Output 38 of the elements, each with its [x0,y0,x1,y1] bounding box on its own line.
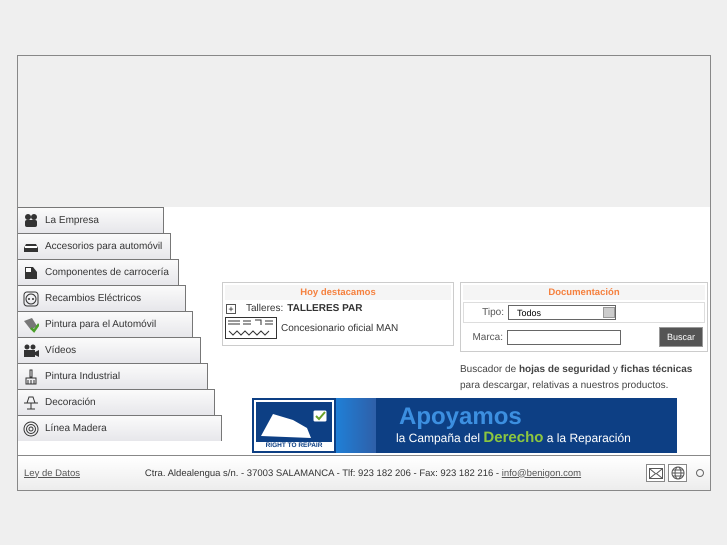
search-button[interactable]: Buscar [659,327,703,347]
banner-headline: Apoyamos [399,405,523,429]
data-law-link[interactable]: Ley de Datos [24,468,80,478]
mail-icon[interactable] [646,464,665,482]
menu-item[interactable]: Línea Madera [18,415,222,441]
socket-icon [23,290,39,306]
brush-icon [23,368,39,384]
menu-item[interactable]: Componentes de carrocería [18,259,179,285]
address-text: Ctra. Aldealengua s/n. - 37003 SALAMANCA - Tlf: 923 182 206 - Fax: 923 182 216 - [144,468,500,478]
brand-input-field[interactable] [507,330,621,344]
menu-item[interactable]: Pintura Industrial [18,363,208,389]
menu-item[interactable]: Pintura para el Automóvil [18,311,194,337]
type-label: Tipo: [481,307,504,318]
stripe-decoration [336,398,376,453]
rings-icon [23,420,39,436]
type-dropdown[interactable]: Todos [508,305,616,320]
lamp-icon [23,394,39,410]
menu-item[interactable]: Accesorios para automóvil [18,233,172,259]
circle-icon [696,469,704,477]
menu-item[interactable]: Vídeos [18,337,200,363]
banner-tagline: la Campaña del Derecho a la Reparación [396,429,631,446]
people-icon [23,212,39,228]
panel-title: Documentación [463,285,705,300]
brand-label: Marca: [471,332,503,342]
paint-icon [23,316,39,332]
description-text: Buscador de hojas de seguridad y fichas técnicas para descargar, relativas a nuestros productos. [460,363,694,393]
panel-title: Hoy destacamos [225,285,451,300]
dealer-logo-icon [225,317,277,339]
menu-item[interactable]: La Empresa [18,207,164,233]
email-link[interactable]: info@benigon.com [502,468,582,478]
expand-button[interactable]: + [226,304,236,314]
menu-item[interactable]: Decoración [18,389,216,415]
globe-icon[interactable] [668,464,687,482]
menu-item[interactable]: Recambios Eléctricos [18,285,186,311]
camera-icon [23,342,39,358]
featured-value: TALLERES PAR [287,303,362,314]
dealer-text: Concesionario oficial MAN [281,322,398,334]
featured-label: Talleres: [246,303,284,314]
